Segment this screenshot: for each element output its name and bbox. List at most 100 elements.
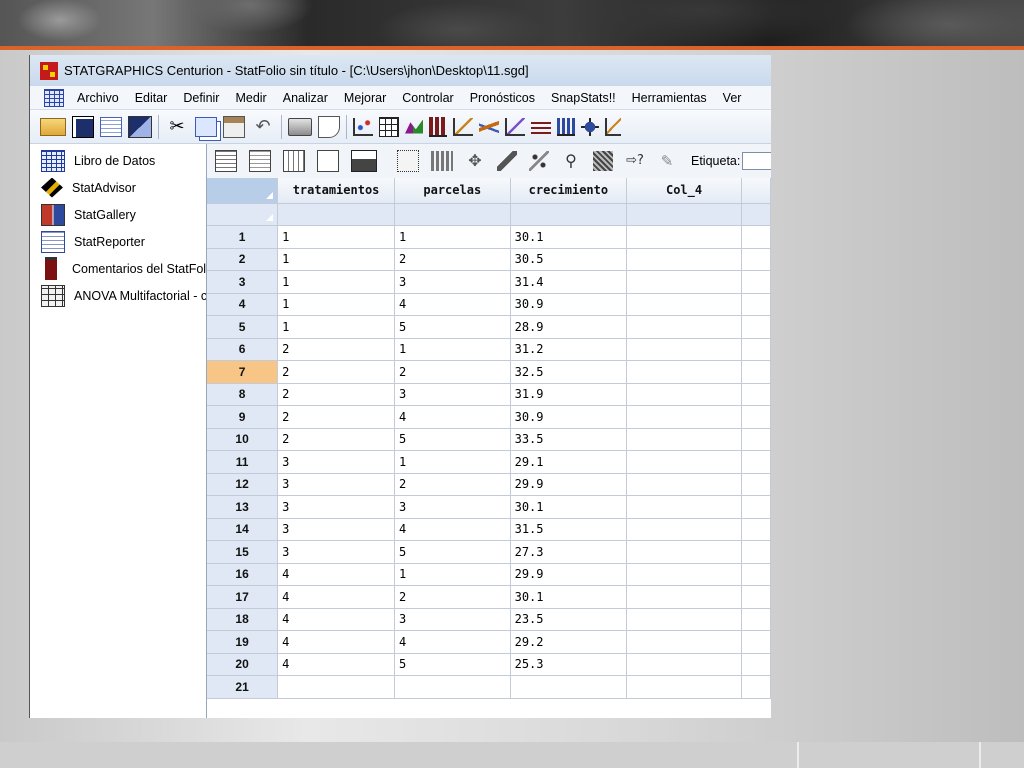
column-label-cell[interactable] <box>741 203 771 226</box>
print-icon[interactable] <box>288 117 312 136</box>
row-number[interactable]: 5 <box>207 315 279 339</box>
table-cell[interactable] <box>626 608 742 631</box>
table-cell[interactable]: 30.5 <box>510 248 628 271</box>
print-preview-icon[interactable] <box>318 115 340 138</box>
page-icon[interactable] <box>317 150 339 172</box>
table-cell[interactable]: 28.9 <box>510 315 628 339</box>
save-all-icon[interactable] <box>128 115 152 138</box>
table-cell[interactable]: 1 <box>277 270 395 294</box>
table-cell[interactable]: 2 <box>277 360 395 384</box>
table-row[interactable]: 14 3 4 31.5 <box>207 518 771 541</box>
hatch-icon[interactable] <box>593 151 613 171</box>
table-cell[interactable] <box>626 495 742 519</box>
etiqueta-input[interactable] <box>742 152 771 170</box>
nav-item-statadvisor[interactable]: StatAdvisor <box>30 174 206 201</box>
table-cell[interactable]: 2 <box>277 338 395 361</box>
table-cell[interactable]: 3 <box>277 518 395 541</box>
menu-medir[interactable]: Medir <box>227 91 274 105</box>
table-cell[interactable] <box>741 540 771 564</box>
menu-definir[interactable]: Definir <box>175 91 227 105</box>
table-cell[interactable]: 29.2 <box>510 630 628 654</box>
table-cell[interactable] <box>626 653 742 676</box>
menu-controlar[interactable]: Controlar <box>394 91 461 105</box>
column-label-cell[interactable] <box>510 203 628 226</box>
table-cell[interactable]: 2 <box>277 383 395 406</box>
table-cell[interactable] <box>741 563 771 586</box>
menu-herramientas[interactable]: Herramientas <box>624 91 715 105</box>
paste-icon[interactable] <box>223 115 245 138</box>
table-cell[interactable]: 33.5 <box>510 428 628 451</box>
table-cell[interactable]: 2 <box>277 428 395 451</box>
table-cell[interactable] <box>741 293 771 316</box>
table-cell[interactable] <box>626 383 742 406</box>
table-cell[interactable] <box>626 563 742 586</box>
row-number[interactable]: 18 <box>207 608 279 631</box>
table-row[interactable]: 17 4 2 30.1 <box>207 585 771 609</box>
row-number[interactable]: 4 <box>207 293 279 316</box>
table-cell[interactable]: 1 <box>277 225 395 249</box>
table-cell[interactable] <box>626 293 742 316</box>
table-row[interactable]: 7 2 2 32.5 <box>207 360 771 384</box>
table-cell[interactable]: 3 <box>394 495 511 519</box>
row-number[interactable]: 12 <box>207 473 279 496</box>
table-cell[interactable] <box>741 405 771 429</box>
row-number[interactable]: 21 <box>207 675 279 699</box>
table-cell[interactable]: 3 <box>277 473 395 496</box>
table-row[interactable]: 13 3 3 30.1 <box>207 495 771 519</box>
table-cell[interactable] <box>626 360 742 384</box>
open-folder-icon[interactable] <box>40 117 66 136</box>
table-row[interactable]: 12 3 2 29.9 <box>207 473 771 496</box>
table-cell[interactable] <box>626 585 742 609</box>
table-cell[interactable] <box>741 383 771 406</box>
column-header[interactable]: crecimiento <box>510 178 628 204</box>
row-number[interactable]: 2 <box>207 248 279 271</box>
chart-icon[interactable] <box>405 119 423 134</box>
table-cell[interactable] <box>741 630 771 654</box>
table-cell[interactable] <box>626 338 742 361</box>
menu-pronosticos[interactable]: Pronósticos <box>462 91 543 105</box>
cut-icon[interactable]: ✂ <box>165 116 189 138</box>
row-number[interactable]: 16 <box>207 563 279 586</box>
table-cell[interactable]: 3 <box>394 383 511 406</box>
row-number[interactable]: 17 <box>207 585 279 609</box>
table-cell[interactable] <box>741 608 771 631</box>
table-cell[interactable]: 3 <box>277 495 395 519</box>
statgraphics-logo-icon[interactable] <box>40 61 58 80</box>
datasheet-icon[interactable] <box>44 88 64 107</box>
line-chart-icon[interactable] <box>453 117 473 136</box>
zoom-icon[interactable]: ⚲ <box>561 151 581 171</box>
table-cell[interactable] <box>626 675 742 699</box>
nav-item-comentarios[interactable]: Comentarios del StatFolio <box>30 255 206 282</box>
table-icon[interactable] <box>379 116 399 137</box>
table-cell[interactable] <box>741 473 771 496</box>
scatter-select-icon[interactable] <box>529 151 549 171</box>
column-header[interactable]: tratamientos <box>277 178 395 204</box>
regression-icon[interactable] <box>479 117 499 136</box>
table-cell[interactable]: 29.1 <box>510 450 628 474</box>
table-cell[interactable]: 4 <box>277 585 395 609</box>
table-row[interactable]: 19 4 4 29.2 <box>207 630 771 654</box>
table-cell[interactable] <box>626 270 742 294</box>
nav-item-statreporter[interactable]: StatReporter <box>30 228 206 255</box>
row-number[interactable]: 15 <box>207 540 279 564</box>
table-cell[interactable] <box>741 653 771 676</box>
menu-snapstats[interactable]: SnapStats!! <box>543 91 624 105</box>
row-number[interactable]: 8 <box>207 383 279 406</box>
table-cell[interactable]: 2 <box>394 248 511 271</box>
table-cell[interactable]: 23.5 <box>510 608 628 631</box>
row-number[interactable]: 6 <box>207 338 279 361</box>
table-cell[interactable] <box>626 405 742 429</box>
table-cell[interactable]: 3 <box>277 450 395 474</box>
plot-icon[interactable] <box>605 117 621 136</box>
row-number[interactable]: 9 <box>207 405 279 429</box>
document-icon[interactable] <box>249 150 271 172</box>
table-cell[interactable] <box>626 225 742 249</box>
table-cell[interactable] <box>626 315 742 339</box>
table-cell[interactable]: 4 <box>277 653 395 676</box>
table-cell[interactable]: 1 <box>394 225 511 249</box>
table-cell[interactable]: 1 <box>394 338 511 361</box>
table-cell[interactable]: 4 <box>394 630 511 654</box>
table-row[interactable]: 2 1 2 30.5 <box>207 248 771 271</box>
table-cell[interactable]: 29.9 <box>510 563 628 586</box>
table-cell[interactable]: 2 <box>394 585 511 609</box>
